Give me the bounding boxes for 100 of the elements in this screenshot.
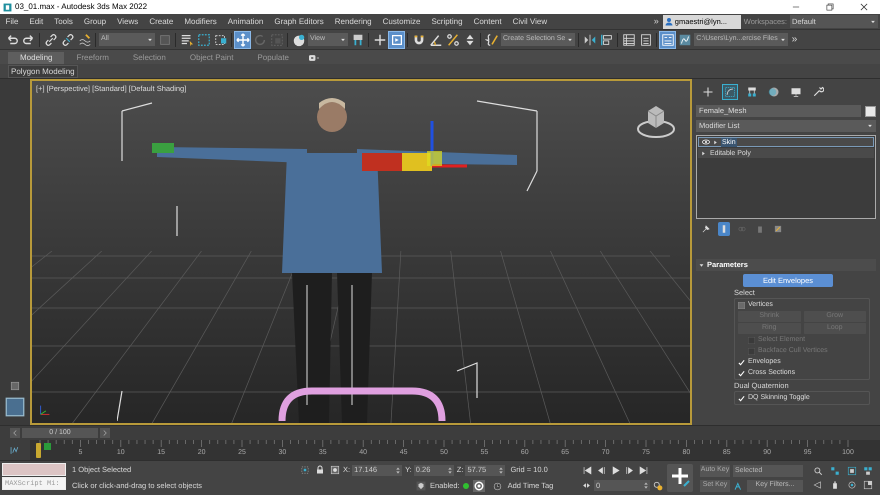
table-icon[interactable] xyxy=(622,32,636,46)
pivot-icon[interactable] xyxy=(350,32,364,46)
app-icon xyxy=(3,2,12,12)
object-color-swatch[interactable] xyxy=(865,106,876,116)
next-frame-icon[interactable] xyxy=(100,428,110,438)
previous-frame-icon[interactable] xyxy=(10,428,20,438)
menu-item[interactable]: File xyxy=(0,16,24,28)
user-icon xyxy=(664,17,673,26)
angle-snap-icon[interactable] xyxy=(428,32,442,46)
caret-icon xyxy=(780,36,786,42)
key-mode-icon[interactable] xyxy=(582,481,591,490)
mirror-icon[interactable] xyxy=(582,32,597,46)
lock-icon[interactable] xyxy=(316,465,324,475)
absolute-mode-icon[interactable] xyxy=(330,465,340,475)
checkbox[interactable] xyxy=(738,302,745,308)
menu-item[interactable]: Civil View xyxy=(507,16,553,28)
play-icon[interactable] xyxy=(610,465,621,476)
viewport-layout-icon[interactable] xyxy=(5,397,25,417)
curve-editor-icon[interactable] xyxy=(9,446,21,454)
close-icon[interactable] xyxy=(859,2,869,12)
spinner-icon[interactable] xyxy=(448,466,452,474)
zoom-all-icon[interactable] xyxy=(830,466,840,476)
set-key-big-icon[interactable] xyxy=(667,464,693,492)
pin-icon[interactable] xyxy=(701,224,711,234)
eye-icon[interactable] xyxy=(702,139,710,145)
menu-item[interactable]: Scripting xyxy=(426,16,468,28)
maximize-viewport-icon[interactable] xyxy=(863,480,874,490)
zoom-extents-icon[interactable] xyxy=(846,466,856,476)
unlink-icon[interactable] xyxy=(60,32,74,46)
menu-item[interactable]: Views xyxy=(112,16,144,28)
wave-icon[interactable] xyxy=(78,32,92,46)
frame-marker-icon[interactable] xyxy=(36,441,52,458)
settings-icon[interactable] xyxy=(773,224,783,234)
listener-field[interactable] xyxy=(2,463,66,476)
orbit-icon[interactable] xyxy=(846,480,856,490)
layers-icon[interactable] xyxy=(638,32,653,46)
ribbon-panel-tab[interactable]: Polygon Modeling xyxy=(8,64,78,78)
region-select-icon[interactable] xyxy=(196,32,210,46)
menu-item[interactable]: Create xyxy=(144,16,179,28)
degradation-toggle-icon[interactable] xyxy=(472,480,485,492)
ribbon-tab[interactable]: Freeform xyxy=(64,52,121,64)
spinner-icon[interactable] xyxy=(644,482,648,489)
curve-icon[interactable] xyxy=(724,86,736,98)
zoom-extents-all-icon[interactable] xyxy=(863,466,874,476)
menu-item[interactable]: Rendering xyxy=(329,16,378,28)
ribbon-tab[interactable]: Modeling xyxy=(8,52,64,64)
magnet-icon[interactable] xyxy=(412,32,426,46)
axis-tripod-icon xyxy=(38,403,52,417)
menu-item[interactable]: Animation xyxy=(222,16,269,28)
shield-icon[interactable] xyxy=(416,481,426,491)
material-editor-icon[interactable] xyxy=(678,32,692,46)
edit-selection-icon[interactable] xyxy=(484,32,498,46)
list-icon[interactable] xyxy=(180,32,194,46)
redo-icon[interactable] xyxy=(22,32,36,46)
ribbon-tab[interactable]: Object Paint xyxy=(178,52,246,64)
link-icon[interactable] xyxy=(44,32,58,46)
ribbon-tab[interactable]: Selection xyxy=(120,52,178,64)
percent-snap-icon[interactable] xyxy=(446,32,460,46)
spinner-icon[interactable] xyxy=(396,466,400,474)
expand-triangle-icon[interactable] xyxy=(701,150,706,156)
plus-icon[interactable] xyxy=(702,86,714,98)
isolate-icon[interactable] xyxy=(300,465,310,475)
caret-icon xyxy=(867,123,873,129)
caret-icon xyxy=(340,36,346,42)
zoom-icon[interactable] xyxy=(813,466,823,476)
menu-item[interactable]: Graph Editors xyxy=(268,16,330,28)
align-icon[interactable] xyxy=(600,32,614,46)
spinner-icon[interactable] xyxy=(499,466,504,474)
viewport-layout-icon[interactable] xyxy=(10,381,20,391)
caret-icon xyxy=(870,18,876,24)
ribbon-toggle-icon[interactable] xyxy=(660,32,675,46)
monitor-icon[interactable] xyxy=(790,86,802,98)
ribbon-options-icon[interactable] xyxy=(307,53,322,63)
ribbon-tab[interactable]: Populate xyxy=(245,52,302,64)
hierarchy-icon[interactable] xyxy=(746,86,758,98)
move-icon[interactable] xyxy=(236,32,250,46)
menu-item[interactable]: Edit xyxy=(24,16,49,28)
placement-icon[interactable] xyxy=(292,32,306,46)
time-tag-icon[interactable] xyxy=(492,482,502,490)
go-to-start-icon[interactable] xyxy=(582,465,593,476)
menu-item[interactable]: Group xyxy=(78,16,112,28)
expand-triangle-icon[interactable] xyxy=(713,140,718,144)
window-title: 03_01.max - Autodesk 3ds Max 2022 xyxy=(15,1,148,13)
crosshair-icon[interactable] xyxy=(372,32,386,46)
overflow-button[interactable]: » xyxy=(788,32,800,47)
caret-icon xyxy=(147,36,153,42)
window-crossing-icon[interactable] xyxy=(214,32,228,46)
next-key-icon[interactable] xyxy=(624,465,635,476)
go-to-end-icon[interactable] xyxy=(638,465,649,476)
field-of-view-icon[interactable] xyxy=(813,480,823,490)
restore-icon[interactable] xyxy=(825,2,835,12)
menu-item[interactable]: Content xyxy=(468,16,508,28)
menu-item[interactable]: Customize xyxy=(377,16,426,28)
menu-item[interactable]: Modifiers xyxy=(178,16,222,28)
time-config-icon[interactable] xyxy=(653,480,663,490)
wrench-icon[interactable] xyxy=(812,86,824,98)
circle-icon[interactable] xyxy=(768,86,780,98)
menu-item[interactable]: Tools xyxy=(48,16,78,28)
overflow-button[interactable]: » xyxy=(650,14,663,28)
previous-key-icon[interactable] xyxy=(596,465,607,476)
